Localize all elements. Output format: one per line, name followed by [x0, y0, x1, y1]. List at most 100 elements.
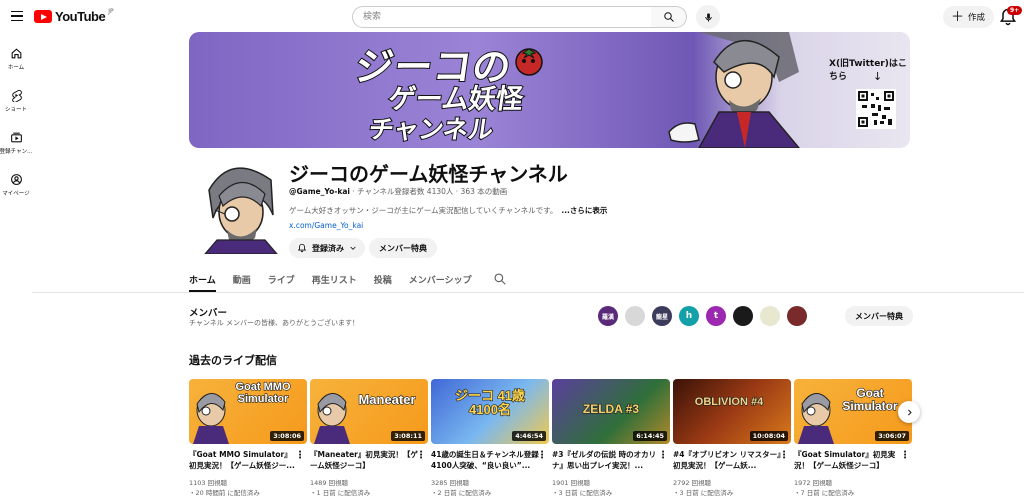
member-avatar[interactable]: h: [679, 306, 699, 326]
video-time: ・20 時間前 に配信済み: [189, 489, 260, 498]
video-thumbnail[interactable]: OBLIVION #4 10:08:04: [673, 379, 791, 444]
channel-tabs: ホーム 動画 ライブ 再生リスト 投稿 メンバーシップ: [189, 266, 507, 292]
channel-search-icon[interactable]: [493, 272, 507, 286]
channel-avatar: [204, 167, 278, 254]
video-meta: 3285 回視聴 ・2 日前 に配信済み: [431, 478, 549, 499]
video-card[interactable]: Goat Simulator 3:06:07 『Goat Simulator』初…: [794, 379, 912, 499]
subscribed-button[interactable]: 登録済み: [289, 238, 365, 258]
tab-membership[interactable]: メンバーシップ: [409, 266, 472, 292]
video-duration: 3:08:11: [391, 431, 425, 441]
more-options-icon[interactable]: ⋮: [779, 450, 789, 461]
video-card[interactable]: ZELDA #3 6:14:45 #3『ゼルダの伝説 時のオカリナ』思い出プレイ…: [552, 379, 670, 499]
channel-external-link[interactable]: x.com/Game_Yo_kai: [289, 221, 363, 230]
video-time: ・3 日前 に配信済み: [552, 489, 613, 498]
video-thumbnail[interactable]: ジーコ 41歳 4100名 4:46:54: [431, 379, 549, 444]
youtube-logo[interactable]: YouTube JP: [34, 8, 114, 24]
channel-description: ゲーム大好きオッサン・ジーコが主にゲーム実況配信していくチャンネルです。 ...さ…: [289, 205, 607, 216]
member-avatar[interactable]: [733, 306, 753, 326]
video-views: 1489 回視聴: [310, 478, 349, 487]
thumbnail-text: OBLIVION #4: [694, 396, 764, 408]
member-avatar[interactable]: 龍星: [652, 306, 672, 326]
tab-live[interactable]: ライブ: [268, 266, 295, 292]
channel-banner: ジーコの ゲーム妖怪 チャンネル X(旧Twitter)はこちら ↓: [189, 32, 910, 148]
video-views: 2792 回視聴: [673, 478, 712, 487]
video-title[interactable]: 『Goat MMO Simulator』初見実況！【ゲーム妖怪ジー...: [189, 450, 299, 472]
video-title[interactable]: 『Maneater』初見実況！【ゲーム妖怪ジーコ】: [310, 450, 420, 472]
video-shelf: Goat MMO Simulator 3:08:06 『Goat MMO Sim…: [189, 379, 912, 499]
search-input[interactable]: [352, 6, 652, 28]
more-options-icon[interactable]: ⋮: [537, 450, 547, 461]
nav-item-home[interactable]: ホーム: [0, 38, 32, 80]
microphone-icon: [704, 12, 712, 22]
more-options-icon[interactable]: ⋮: [295, 450, 305, 461]
channel-stats: ‧ チャンネル登録者数 4130人 ‧ 363 本の動画: [350, 187, 508, 196]
banner-title-line3: チャンネル: [366, 114, 496, 145]
search-button[interactable]: [651, 6, 687, 28]
member-avatar[interactable]: [625, 306, 645, 326]
video-time: ・2 日前 に配信済み: [431, 489, 492, 498]
banner-arrow: ↓: [873, 70, 883, 83]
tab-videos[interactable]: 動画: [233, 266, 251, 292]
video-thumbnail[interactable]: Maneater 3:08:11: [310, 379, 428, 444]
chevron-right-icon: [907, 409, 912, 415]
thumbnail-text: Maneater: [358, 392, 416, 407]
nav-item-you[interactable]: マイページ: [0, 164, 32, 206]
tab-posts[interactable]: 投稿: [374, 266, 392, 292]
video-thumbnail[interactable]: Goat Simulator 3:06:07: [794, 379, 912, 444]
thumbnail-text: ジーコ 41歳 4100名: [454, 388, 526, 417]
video-title[interactable]: 41歳の誕生日＆チャンネル登録4100人突破、“良い良い”...: [431, 450, 541, 472]
video-title[interactable]: 『Goat Simulator』初見実況！【ゲーム妖怪ジーコ】: [794, 450, 904, 472]
membership-button[interactable]: メンバー特典: [369, 238, 437, 258]
more-options-icon[interactable]: ⋮: [900, 450, 910, 461]
video-thumbnail[interactable]: ZELDA #3 6:14:45: [552, 379, 670, 444]
video-meta: 1972 回視聴 ・7 日前 に配信済み: [794, 478, 912, 499]
create-button[interactable]: ＋ 作成: [943, 6, 995, 28]
channel-handle: @Game_Yo-kai: [289, 187, 350, 196]
tomato-mascot-icon: [515, 48, 543, 76]
video-card[interactable]: OBLIVION #4 10:08:04 #4『オブリビオン リマスター』初見実…: [673, 379, 791, 499]
thumbnail-character-art: [314, 393, 350, 444]
member-avatar[interactable]: [787, 306, 807, 326]
search-icon: [663, 12, 674, 22]
channel-meta: @Game_Yo-kai ‧ チャンネル登録者数 4130人 ‧ 363 本の動…: [289, 186, 507, 197]
member-avatar[interactable]: 羅漢: [598, 306, 618, 326]
video-duration: 3:06:07: [875, 431, 909, 441]
left-nav: ホーム ショート 登録チャン... マイページ: [0, 38, 32, 206]
video-thumbnail[interactable]: Goat MMO Simulator 3:08:06: [189, 379, 307, 444]
show-more-link[interactable]: ...さらに表示: [561, 206, 607, 215]
member-avatar[interactable]: t: [706, 306, 726, 326]
tab-home[interactable]: ホーム: [189, 266, 216, 292]
youtube-play-icon: [34, 10, 52, 23]
home-icon: [11, 48, 21, 59]
top-bar: YouTube JP ＋ 作成 9+: [0, 0, 1024, 34]
video-meta: 1901 回視聴・3 日前 に配信済み: [552, 478, 670, 499]
more-options-icon[interactable]: ⋮: [658, 450, 668, 461]
video-card[interactable]: Goat MMO Simulator 3:08:06 『Goat MMO Sim…: [189, 379, 307, 499]
video-title[interactable]: #4『オブリビオン リマスター』初見実況！【ゲーム妖...: [673, 450, 783, 472]
tabs-divider: [32, 292, 1024, 293]
shorts-icon: [11, 89, 22, 102]
members-title: メンバー: [189, 308, 228, 319]
tab-playlists[interactable]: 再生リスト: [312, 266, 357, 292]
membership-perks-button[interactable]: メンバー特典: [845, 306, 913, 326]
nav-label: ホーム: [7, 65, 25, 71]
video-card[interactable]: ジーコ 41歳 4100名 4:46:54 41歳の誕生日＆チャンネル登録410…: [431, 379, 549, 499]
shelf-next-button[interactable]: [898, 401, 920, 423]
members-subtitle: チャンネル メンバーの皆様、ありがとうございます！: [189, 319, 360, 327]
video-card[interactable]: Maneater 3:08:11 『Maneater』初見実況！【ゲーム妖怪ジー…: [310, 379, 428, 499]
member-avatar[interactable]: [760, 306, 780, 326]
video-views: 1901 回視聴: [552, 478, 591, 487]
nav-item-subscriptions[interactable]: 登録チャン...: [0, 122, 32, 164]
nav-item-shorts[interactable]: ショート: [0, 80, 32, 122]
banner-twitter-text: X(旧Twitter)はこちら: [829, 59, 907, 82]
video-duration: 4:46:54: [512, 431, 546, 441]
you-icon: [10, 174, 22, 185]
voice-search-button[interactable]: [696, 5, 720, 29]
plus-icon: ＋: [951, 9, 965, 25]
region-code: JP: [108, 8, 114, 15]
video-duration: 6:14:45: [633, 431, 667, 441]
subscriptions-icon: [10, 132, 22, 143]
more-options-icon[interactable]: ⋮: [416, 450, 426, 461]
video-title[interactable]: #3『ゼルダの伝説 時のオカリナ』思い出プレイ実況！...: [552, 450, 662, 472]
menu-icon[interactable]: [8, 7, 26, 25]
